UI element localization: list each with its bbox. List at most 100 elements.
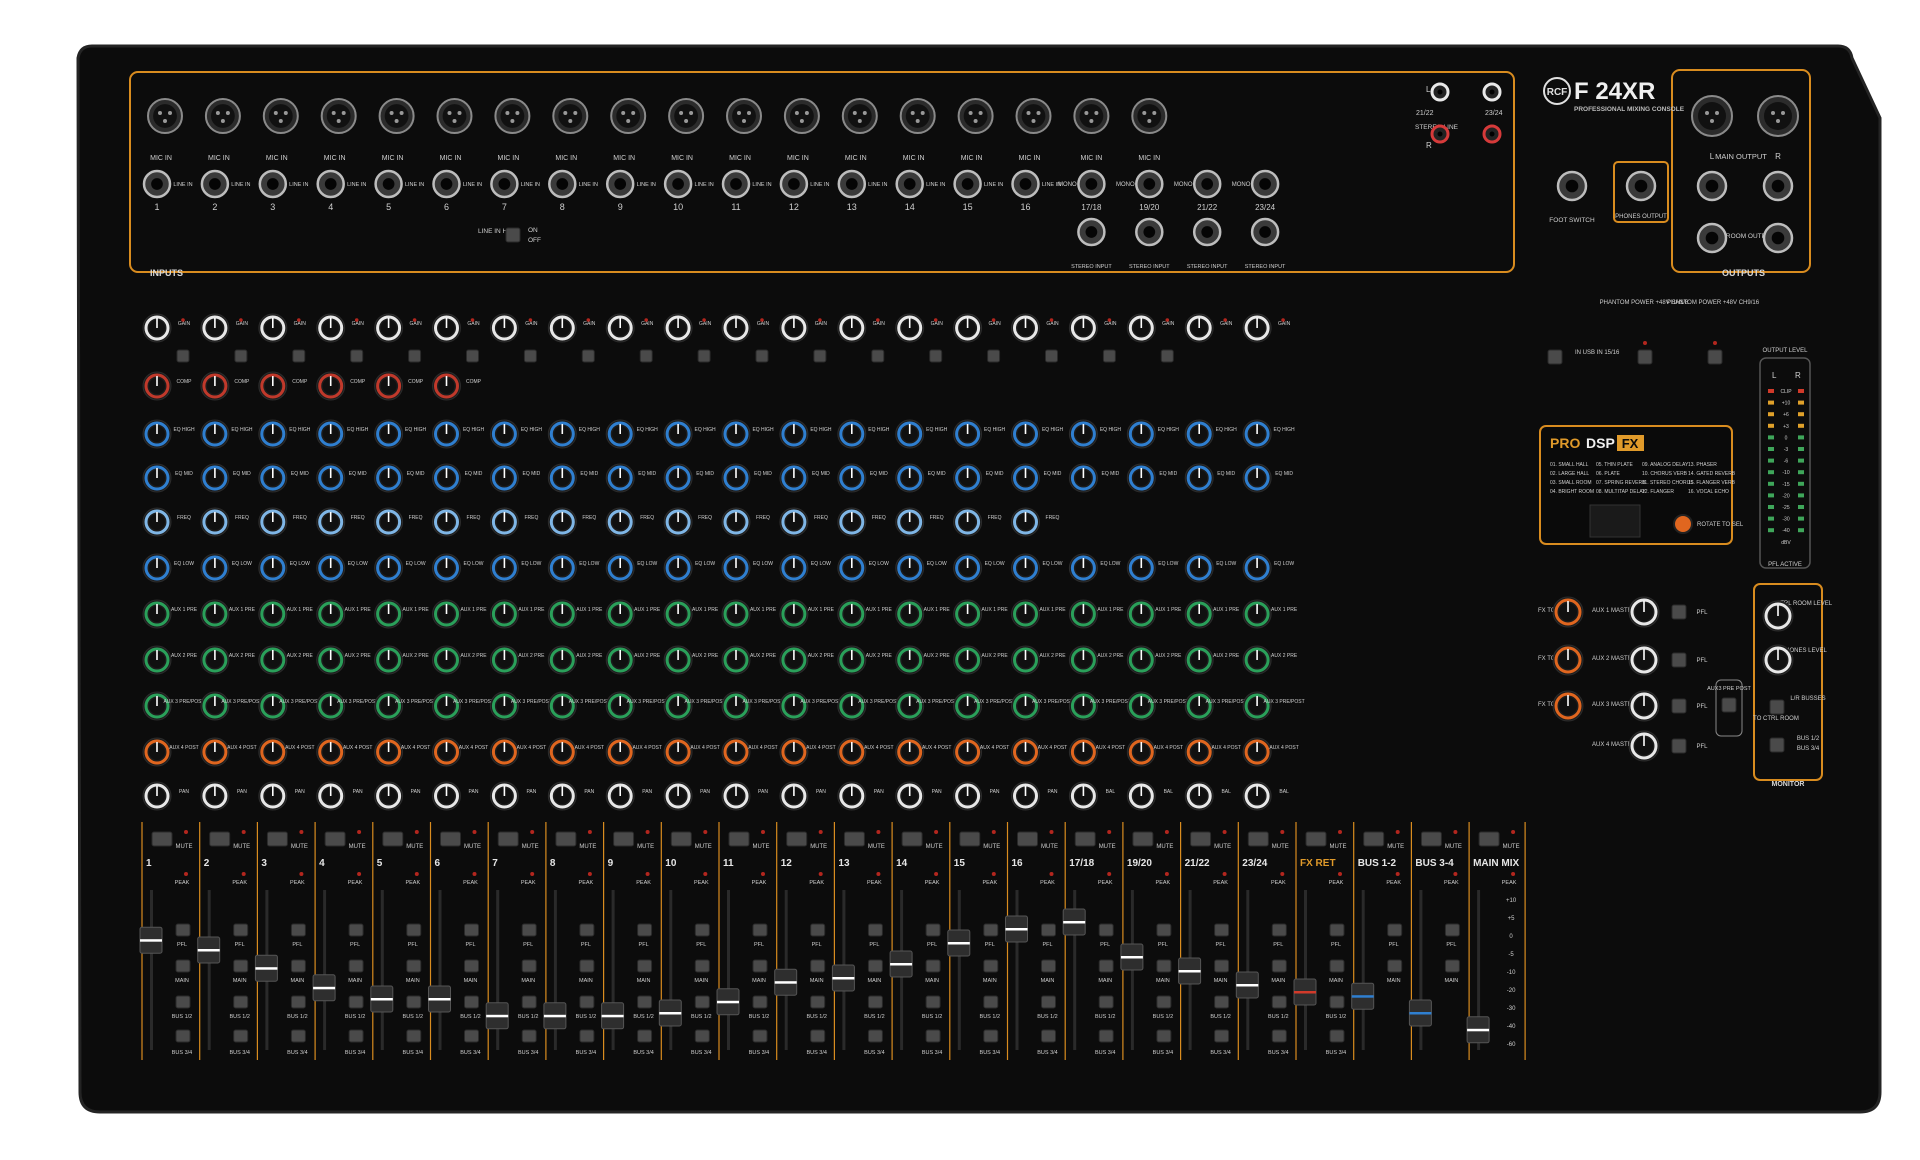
channel-knob-r6-c4[interactable]: [316, 599, 346, 629]
fader-cap-13[interactable]: [831, 964, 855, 992]
channel-knob-r4-c1[interactable]: [142, 507, 172, 537]
channel-knob-r7-c20[interactable]: [1242, 645, 1272, 675]
xlr-input-12[interactable]: [783, 98, 820, 134]
pfl-button-19[interactable]: [1214, 923, 1230, 937]
channel-knob-r8-c6[interactable]: [432, 691, 461, 721]
channel-knob-r9-c4[interactable]: [316, 737, 346, 767]
xlr-input-3[interactable]: [262, 98, 299, 134]
xlr-input-5[interactable]: [378, 98, 415, 134]
to-ctrl-room-button-1[interactable]: [1769, 699, 1785, 715]
channel-knob-r6-c2[interactable]: [200, 599, 230, 629]
channel-knob-r5-c10[interactable]: [663, 553, 693, 583]
pfl-button-6[interactable]: [464, 923, 479, 937]
mute-button-11[interactable]: [728, 831, 750, 847]
fx-to-aux-knob-3[interactable]: [1552, 690, 1584, 722]
mute-button-14[interactable]: [901, 831, 923, 847]
channel-knob-r0-c11[interactable]: [721, 313, 751, 343]
aux-pfl-button-2[interactable]: [1671, 652, 1687, 668]
line-in-jack-2[interactable]: [200, 169, 230, 199]
channel-knob-r8-c19[interactable]: [1184, 691, 1214, 721]
channel-knob-r4-c5[interactable]: [374, 507, 404, 537]
aux-master-knob-3[interactable]: [1628, 690, 1660, 722]
fader-cap-5[interactable]: [370, 985, 394, 1013]
line-in-jack-14[interactable]: [895, 169, 924, 199]
mute-button-5[interactable]: [382, 831, 404, 847]
channel-knob-r4-c7[interactable]: [489, 507, 519, 537]
channel-knob-r9-c19[interactable]: [1184, 737, 1214, 767]
channel-knob-r5-c5[interactable]: [374, 553, 404, 583]
channel-knob-r3-c2[interactable]: [200, 463, 230, 493]
bus34-button-15[interactable]: [983, 1029, 999, 1043]
channel-knob-r10-c20[interactable]: [1242, 781, 1272, 811]
fader-cap-8[interactable]: [543, 1002, 567, 1030]
channel-knob-r7-c3[interactable]: [258, 645, 288, 675]
channel-knob-r9-c7[interactable]: [489, 737, 519, 767]
channel-knob-r4-c12[interactable]: [779, 507, 809, 537]
channel-knob-r5-c20[interactable]: [1242, 553, 1272, 583]
channel-knob-r8-c18[interactable]: [1126, 691, 1156, 721]
bus34-button-20[interactable]: [1271, 1029, 1287, 1043]
ctrl-output-jack-4[interactable]: [1762, 222, 1794, 254]
channel-knob-r0-c3[interactable]: [258, 313, 288, 343]
line-in-jack-1[interactable]: [142, 169, 172, 199]
channel-knob-r4-c15[interactable]: [953, 507, 983, 537]
channel-knob-r6-c8[interactable]: [547, 599, 577, 629]
mute-button-19[interactable]: [1190, 831, 1212, 847]
bus12-button-7[interactable]: [521, 995, 537, 1009]
gain-row-button-17[interactable]: [1102, 349, 1116, 363]
line-in-jack-6[interactable]: [432, 169, 461, 199]
mute-button-1[interactable]: [151, 831, 173, 847]
aux-master-knob-4[interactable]: [1628, 730, 1660, 762]
line-in-jack-5[interactable]: [374, 169, 403, 199]
channel-knob-r5-c3[interactable]: [258, 553, 288, 583]
rca-jack-3[interactable]: [1430, 124, 1450, 144]
gain-row-button-3[interactable]: [292, 349, 306, 363]
channel-knob-r8-c2[interactable]: [200, 691, 230, 721]
bus12-button-20[interactable]: [1271, 995, 1287, 1009]
aux-pfl-button-4[interactable]: [1671, 738, 1687, 754]
channel-knob-r9-c8[interactable]: [547, 737, 577, 767]
main-button-13[interactable]: [867, 959, 883, 973]
channel-knob-r4-c16[interactable]: [1011, 507, 1040, 537]
channel-knob-r8-c10[interactable]: [663, 691, 693, 721]
channel-knob-r7-c13[interactable]: [837, 645, 867, 675]
channel-knob-r2-c7[interactable]: [489, 419, 519, 449]
channel-knob-r9-c1[interactable]: [142, 737, 172, 767]
channel-knob-r5-c9[interactable]: [605, 553, 635, 583]
xlr-input-14[interactable]: [899, 98, 936, 134]
channel-knob-r0-c17[interactable]: [1068, 313, 1098, 343]
aux-master-knob-1[interactable]: [1628, 596, 1660, 628]
channel-knob-r1-c3[interactable]: [258, 371, 288, 401]
channel-knob-r4-c4[interactable]: [316, 507, 346, 537]
mute-button-15[interactable]: [959, 831, 981, 847]
pfl-button-11[interactable]: [752, 923, 768, 937]
main-button-2[interactable]: [233, 959, 249, 973]
phones-output-jack[interactable]: [1625, 170, 1657, 202]
pfl-button-13[interactable]: [867, 923, 883, 937]
channel-knob-r3-c3[interactable]: [258, 463, 288, 493]
xlr-input-11[interactable]: [726, 98, 762, 134]
mute-button-6[interactable]: [440, 831, 461, 847]
channel-knob-r10-c13[interactable]: [837, 781, 867, 811]
channel-knob-r8-c17[interactable]: [1068, 691, 1098, 721]
in-usb-switch[interactable]: [1547, 349, 1563, 365]
channel-knob-r6-c5[interactable]: [374, 599, 404, 629]
channel-knob-r5-c17[interactable]: [1068, 553, 1098, 583]
fader-cap-20[interactable]: [1235, 971, 1259, 999]
bus12-button-13[interactable]: [867, 995, 883, 1009]
channel-knob-r4-c8[interactable]: [547, 507, 577, 537]
bus12-button-17[interactable]: [1098, 995, 1114, 1009]
channel-knob-r3-c15[interactable]: [953, 463, 983, 493]
gain-row-button-13[interactable]: [871, 349, 885, 363]
xlr-input-10[interactable]: [668, 98, 705, 134]
channel-knob-r6-c15[interactable]: [953, 599, 983, 629]
channel-knob-r3-c5[interactable]: [374, 463, 404, 493]
fader-cap-9[interactable]: [601, 1002, 625, 1030]
xlr-input-1[interactable]: [147, 98, 183, 134]
main-button-21[interactable]: [1329, 959, 1345, 973]
pfl-button-17[interactable]: [1098, 923, 1114, 937]
channel-knob-r8-c11[interactable]: [721, 691, 751, 721]
channel-knob-r2-c4[interactable]: [316, 419, 346, 449]
channel-knob-r6-c1[interactable]: [142, 599, 172, 629]
pfl-button-16[interactable]: [1041, 923, 1056, 937]
